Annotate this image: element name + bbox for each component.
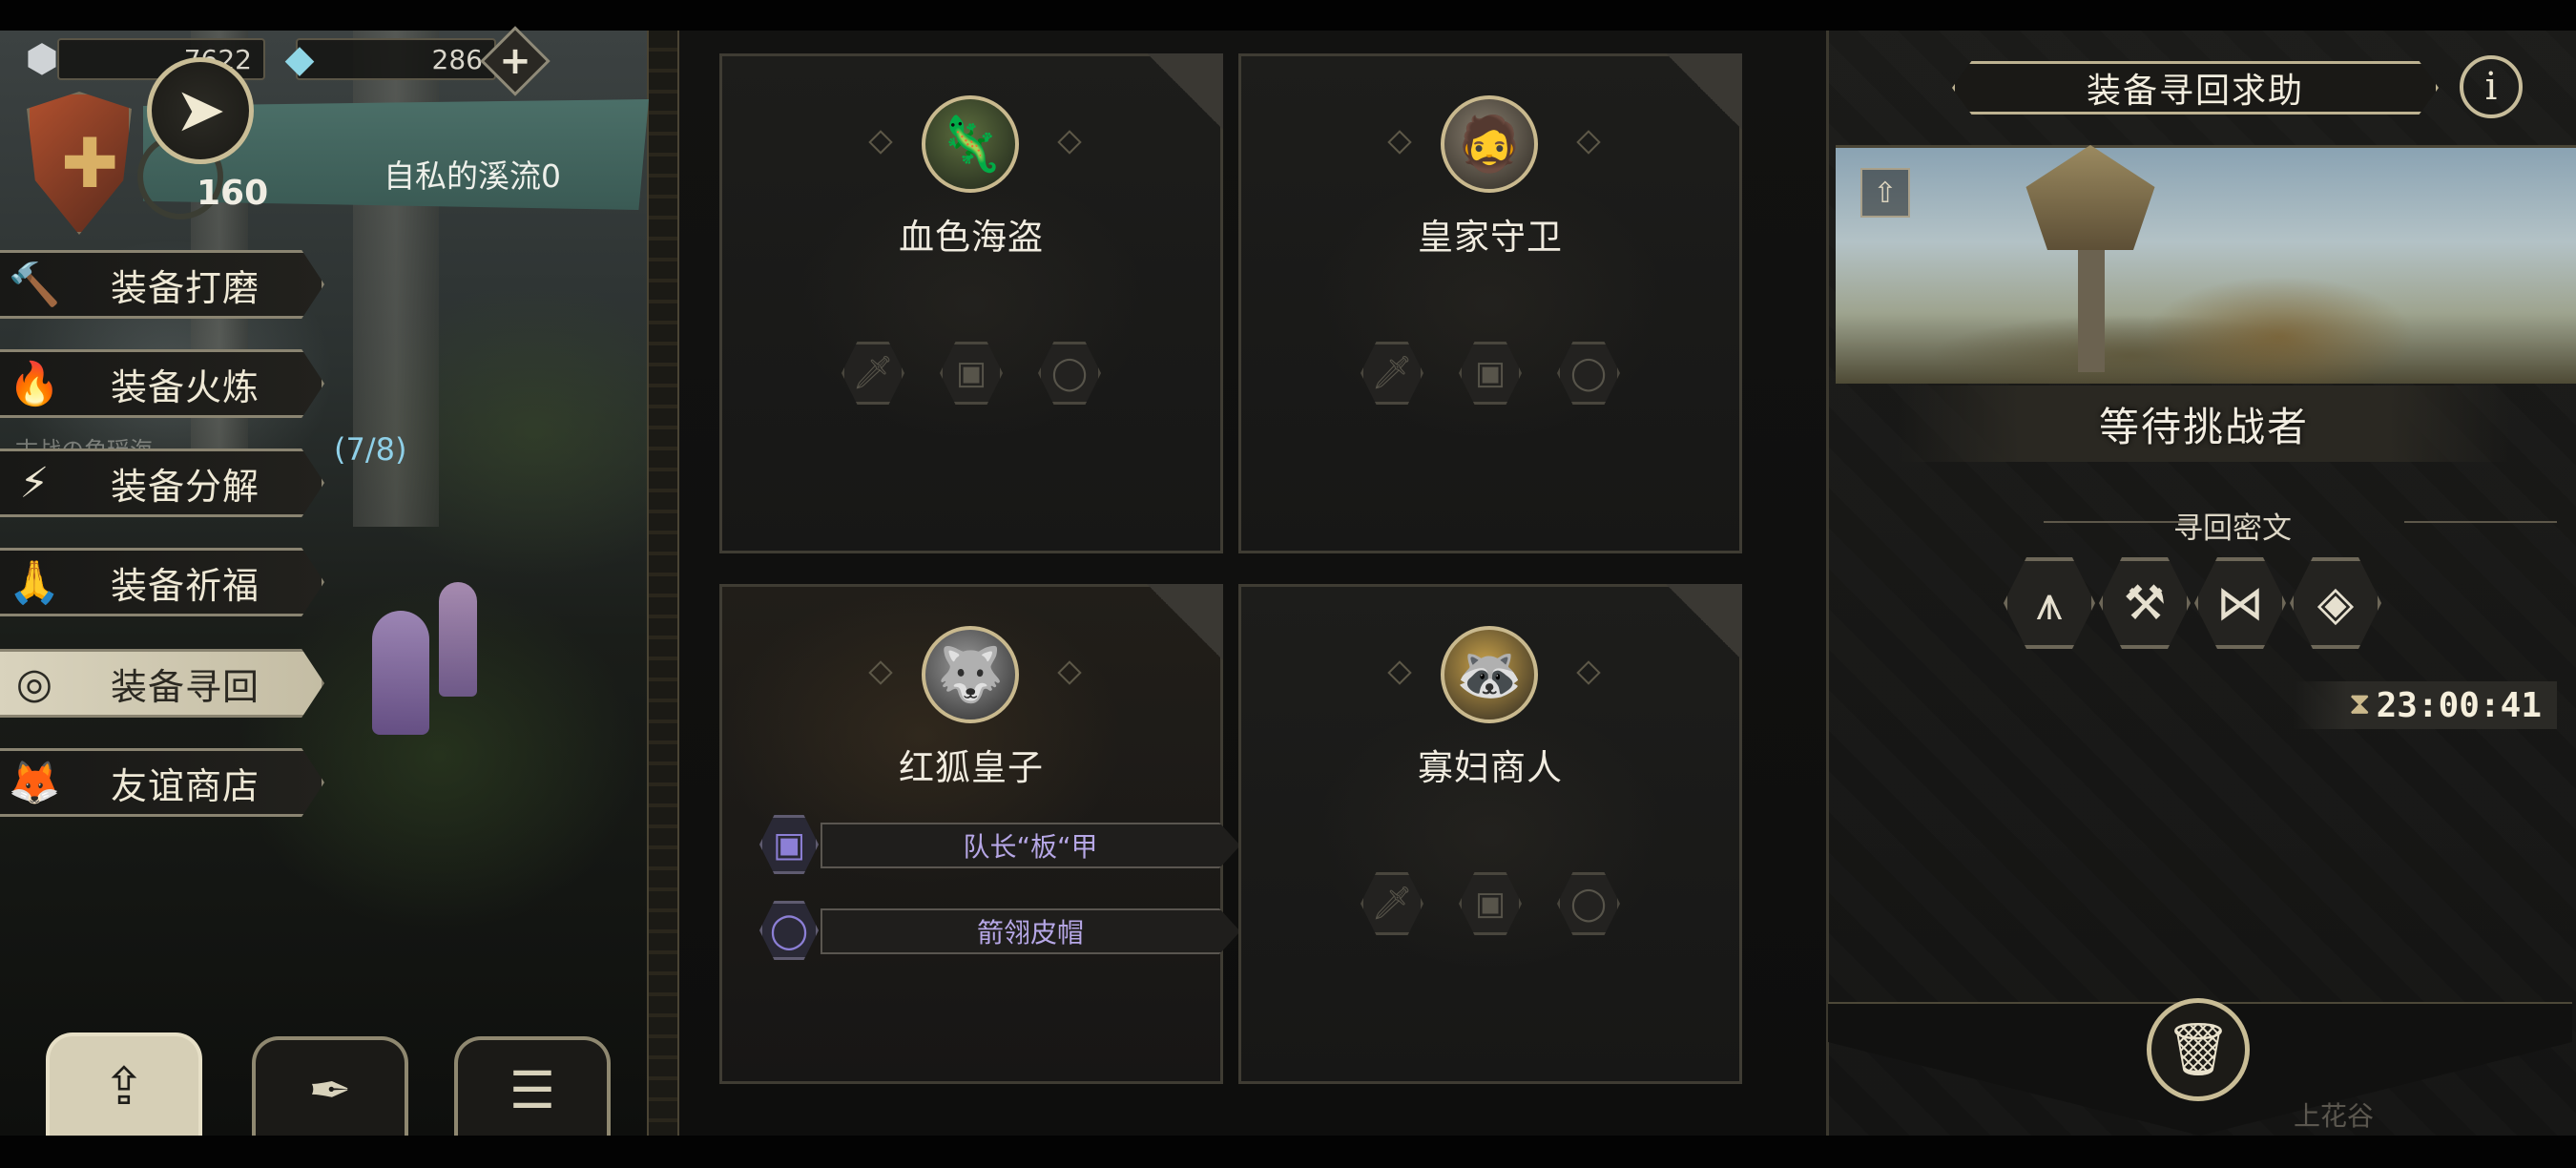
region-name: 自私的溪流0 [384,157,561,195]
card-corner [1147,53,1223,130]
landscape-image [1836,145,2576,384]
menu-item-dismantle[interactable]: ⚡ 装备分解 [0,448,324,517]
fox-icon: 🦊 [8,759,61,807]
menu-item-bless[interactable]: 🙏 装备祈福 [0,548,324,616]
hourglass-icon: ⧗ [2349,685,2371,721]
equipment-label: 箭翎皮帽 [976,917,1084,949]
lizard-pirate-portrait: 🦎 [922,95,1019,193]
sword-icon: 🗡 [1371,885,1413,923]
card-corner [1666,584,1742,660]
discard-button[interactable]: 🗑 [2147,998,2250,1101]
rune-icon: ⚒ [2123,575,2167,631]
portrait-glyph: 🦝 [1456,644,1523,706]
rune-icon: ⋈ [2216,575,2264,631]
top-bar [0,0,2576,31]
armor-icon: ▣ [1474,354,1506,392]
ring-icon: ◯ [1569,354,1608,392]
info-icon: i [2484,65,2498,109]
card-name: 血色海盗 [899,217,1044,258]
gem-count: 286 [431,43,483,75]
break-icon: ⚡ [19,458,50,508]
rune-icon: ⩚ [2035,574,2064,631]
hammer-icon: 🔨 [8,261,61,309]
plus-icon: + [499,39,531,83]
divider-frame [647,31,679,1136]
royal-guard-portrait: 🧔 [1441,95,1538,193]
rune-icon: ◈ [2316,575,2355,631]
menu-item-forge[interactable]: 🔥 装备火炼 [0,349,324,418]
trash-icon: 🗑 [2165,1019,2232,1079]
armor-icon: ▣ [955,354,987,392]
menu-label: 装备火炼 [111,365,260,408]
info-button[interactable]: i [2460,55,2523,118]
countdown-timer: 23:00:41 [2294,681,2557,729]
tab-upload[interactable]: ⇪ [46,1032,202,1136]
crystal-icon: ◆ [284,37,315,81]
menu-label: 友谊商店 [111,764,260,807]
timer-text: 23:00:41 [2376,685,2542,725]
region-footer: 上花谷 [2294,1100,2375,1132]
panel-title: 装备寻回求助 [1952,61,2439,115]
rune-section-title: 寻回密文 [2173,511,2292,546]
armor-glyph: ▣ [772,824,805,865]
back-arrow-icon: ➤ [175,75,226,146]
armor-icon: ▣ [1474,885,1506,923]
tree-trunk [2078,239,2105,372]
widow-merchant-portrait: 🦝 [1441,626,1538,723]
purple-flower [439,582,477,697]
flame-icon: 🔥 [8,360,61,408]
target-icon: ◎ [15,658,53,708]
cross-icon: ✚ [61,123,119,203]
dismantle-progress: (7/8) [334,431,407,468]
card-name: 红狐皇子 [899,747,1044,788]
ring-glyph: ◯ [769,910,809,950]
ring-icon: ◯ [1050,354,1089,392]
ring-icon: ◯ [1569,885,1608,923]
menu-label: 装备寻回 [111,665,260,708]
card-corner [1147,584,1223,660]
tab-list[interactable]: ☰ [454,1036,611,1139]
card-name: 皇家守卫 [1418,217,1563,258]
pray-icon: 🙏 [8,558,61,607]
player-level: 160 [197,174,269,213]
divider-line [2404,521,2557,523]
list-icon: ☰ [509,1059,556,1120]
card-name: 寡妇商人 [1418,747,1563,788]
portrait-glyph: 🦎 [937,114,1004,176]
upload-icon: ⇪ [102,1055,146,1116]
share-button[interactable]: ⇧ [1860,168,1910,218]
portrait-glyph: 🐺 [937,644,1004,706]
tab-feather[interactable]: ✒ [252,1036,408,1139]
menu-item-retrieve[interactable]: ◎ 装备寻回 [0,649,324,718]
back-button[interactable]: ➤ [147,57,254,164]
stone-icon: ⬢ [25,37,59,81]
card-corner [1666,53,1742,130]
menu-label: 装备分解 [111,465,260,508]
red-fox-prince-portrait: 🐺 [922,626,1019,723]
equipment-item[interactable]: 箭翎皮帽 [821,908,1240,954]
sword-icon: 🗡 [852,354,894,392]
feather-icon: ✒ [308,1059,352,1120]
menu-item-friendship-shop[interactable]: 🦊 友谊商店 [0,748,324,817]
menu-label: 装备祈福 [111,564,260,607]
menu-label: 装备打磨 [111,266,260,309]
status-banner: 等待挑战者 [1899,386,2509,462]
upload-icon: ⇧ [1873,176,1898,210]
menu-item-polish[interactable]: 🔨 装备打磨 [0,250,324,319]
sword-icon: 🗡 [1371,354,1413,392]
equipment-label: 队长“板“甲 [963,831,1098,863]
purple-flower [372,611,429,735]
bottom-bar [0,1136,2576,1168]
portrait-glyph: 🧔 [1456,114,1523,176]
equipment-item[interactable]: 队长“板“甲 [821,823,1240,868]
